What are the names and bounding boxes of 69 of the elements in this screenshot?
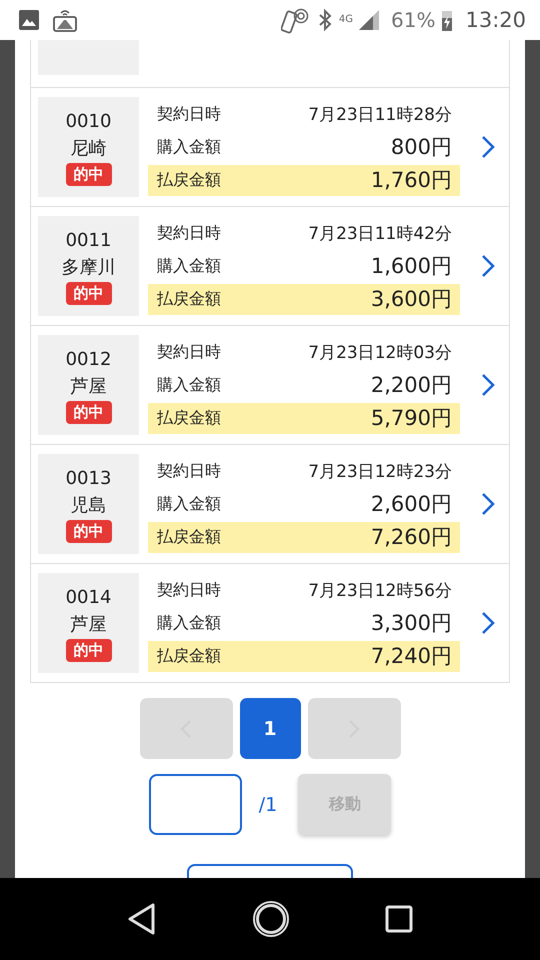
page-button[interactable]: 1 <box>240 698 300 759</box>
race-number: 0011 <box>66 228 112 252</box>
battery-percentage: 61% <box>391 8 436 32</box>
field-label: 契約日時 <box>157 580 221 600</box>
field-label: 契約日時 <box>157 222 221 244</box>
record-card[interactable]: 0010 尼崎 的中 契約日時 7月23日11時28分 購入金額 800円 払戻金額 1,760円 <box>31 88 509 207</box>
field-label: 払戻金額 <box>157 646 221 666</box>
total-pages: /1 <box>258 794 278 816</box>
field-label: 契約日時 <box>157 342 221 362</box>
battery-charging-icon <box>441 8 454 32</box>
field-value: 2,600円 <box>370 491 452 518</box>
record-card[interactable]: 0011 多摩川 的中 契約日時 7月23日11時42分 購入金額 1,600円 払戻金額 3,600円 <box>31 207 509 326</box>
field-value: 3,300円 <box>370 610 452 637</box>
field-value: 7月23日12時23分 <box>308 460 452 482</box>
venue-name: 尼崎 <box>70 136 106 160</box>
field-value: 2,200円 <box>370 372 452 399</box>
hit-badge: 的中 <box>66 638 112 662</box>
bluetooth-icon <box>316 8 333 32</box>
cast-icon <box>52 7 78 33</box>
field-label: 購入金額 <box>157 136 221 158</box>
phone-icon <box>280 6 311 34</box>
field-label: 払戻金額 <box>157 288 221 310</box>
network-type: 4G <box>338 14 354 25</box>
field-value: 7,240円 <box>370 643 452 670</box>
image-icon <box>18 9 40 31</box>
clock: 13:20 <box>465 8 526 32</box>
field-label: 購入金額 <box>157 494 221 514</box>
venue-name: 芦屋 <box>70 612 106 636</box>
field-value: 1,760円 <box>370 167 452 194</box>
field-label: 購入金額 <box>157 256 221 276</box>
field-value: 7,260円 <box>370 524 452 551</box>
field-value: 3,600円 <box>370 286 452 313</box>
hit-badge: 的中 <box>66 282 112 304</box>
race-number: 0014 <box>66 586 112 610</box>
field-value: 800円 <box>390 134 452 161</box>
race-number: 0013 <box>66 466 112 490</box>
field-value: 7月23日11時42分 <box>308 222 452 244</box>
field-value: 7月23日11時28分 <box>308 104 452 126</box>
page-number-field[interactable] <box>148 774 242 835</box>
field-value: 1,600円 <box>370 253 452 280</box>
home-icon[interactable] <box>252 900 290 938</box>
field-value: 5,790円 <box>370 405 452 432</box>
venue-name: 芦屋 <box>70 374 106 398</box>
race-number: 0012 <box>66 348 112 372</box>
field-value: 7月23日12時56分 <box>308 580 452 602</box>
field-label: 購入金額 <box>157 612 221 634</box>
chevron-right-icon[interactable] <box>481 254 495 278</box>
chevron-right-icon[interactable] <box>481 373 495 397</box>
chevron-right-icon[interactable] <box>481 492 495 516</box>
record-card[interactable]: 0013 児島 的中 契約日時 7月23日12時23分 購入金額 2,600円 払戻金額 7,260円 <box>31 445 509 564</box>
field-label: 払戻金額 <box>157 526 221 548</box>
field-label: 契約日時 <box>157 460 221 482</box>
field-label: 払戻金額 <box>157 170 221 190</box>
venue-name: 児島 <box>70 494 106 518</box>
field-label: 契約日時 <box>157 104 221 124</box>
record-card[interactable]: 0012 芦屋 的中 契約日時 7月23日12時03分 購入金額 2,200円 払戻金額 5,790円 <box>31 326 509 445</box>
chevron-right-icon[interactable] <box>481 611 495 635</box>
race-number: 0010 <box>66 110 112 134</box>
recent-apps-icon[interactable] <box>384 905 413 933</box>
hit-badge: 的中 <box>66 400 112 424</box>
hit-badge: 的中 <box>66 520 112 542</box>
record-card[interactable]: 0014 芦屋 的中 契約日時 7月23日12時56分 購入金額 3,300円 払戻金額 7,240円 <box>31 564 509 682</box>
field-label: 払戻金額 <box>157 408 221 428</box>
hit-badge: 的中 <box>66 162 112 186</box>
field-label: 購入金額 <box>157 374 221 396</box>
chevron-right-icon[interactable] <box>481 135 495 159</box>
field-value: 7月23日12時03分 <box>308 342 452 364</box>
back-icon[interactable] <box>127 902 158 936</box>
venue-name: 多摩川 <box>62 256 116 280</box>
